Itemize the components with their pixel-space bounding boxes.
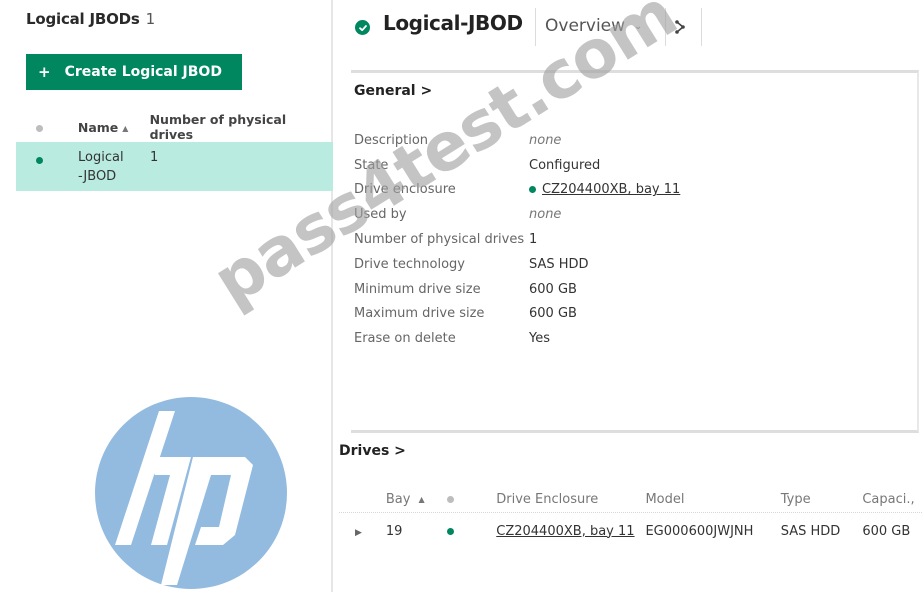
view-selector-value: Overview (545, 16, 626, 36)
chevron-down-icon: ⌄ (634, 20, 643, 32)
property-row: Minimum drive size 600 GB (354, 277, 754, 302)
hp-logo-icon (95, 397, 287, 589)
name-header-label: Name (77, 119, 119, 135)
model-column-header[interactable]: Model (645, 492, 780, 507)
drives-count-cell: 1 (150, 150, 159, 165)
create-button-label: Create Logical JBOD (64, 64, 222, 80)
property-value: none (529, 132, 562, 148)
property-label: Drive technology (354, 256, 465, 272)
status-cell (441, 524, 497, 539)
property-label: Erase on delete (354, 331, 456, 347)
property-value: CZ204400XB, bay 11 (529, 182, 680, 197)
property-label: Drive enclosure (354, 182, 456, 198)
property-row: Description none (354, 128, 754, 153)
drive-enclosure-link[interactable]: CZ204400XB, bay 11 (496, 524, 634, 539)
property-value: 600 GB (529, 281, 577, 297)
name-column-header[interactable]: Name ▲ (64, 120, 134, 135)
bay-header-label: Bay (385, 492, 411, 507)
sort-ascending-icon: ▲ (418, 495, 425, 504)
enclosure-column-header[interactable]: Drive Enclosure (496, 492, 645, 507)
bay-column-header[interactable]: Bay ▲ (386, 492, 441, 507)
divider (535, 8, 536, 46)
property-row: Used by none (354, 202, 754, 227)
view-selector[interactable]: Overview ⌄ (545, 16, 642, 36)
general-card: General > Description none State Configu… (351, 70, 919, 433)
master-title-text: Logical JBODs (26, 10, 140, 28)
detail-header: Logical-JBOD Overview ⌄ (335, 0, 922, 52)
table-row[interactable]: Logical -JBOD 1 (16, 142, 333, 191)
table-header: Name ▲ Number of physical drives (16, 112, 333, 142)
property-row: Erase on delete Yes (354, 326, 754, 351)
drives-table: Bay ▲ Drive Enclosure Model Type Capaci.… (339, 487, 922, 549)
status-cell (16, 148, 64, 168)
status-ok-icon (529, 186, 536, 194)
bay-cell: 19 (385, 523, 403, 539)
general-section-link[interactable]: General > (354, 83, 432, 99)
page-title: Logical-JBOD (383, 11, 523, 35)
status-ok-icon (36, 157, 43, 164)
expand-cell: ▶ (339, 524, 386, 539)
model-cell: EG000600JWJNH (645, 523, 754, 539)
name-cell: Logical -JBOD (64, 148, 134, 186)
property-row: Number of physical drives 1 (354, 227, 754, 252)
table-header: Bay ▲ Drive Enclosure Model Type Capaci.… (339, 487, 922, 513)
enclosure-cell: CZ204400XB, bay 11 (496, 524, 645, 539)
name-line-1: Logical (78, 150, 124, 165)
property-label: Maximum drive size (354, 306, 485, 322)
property-value: none (529, 207, 562, 223)
property-label: Minimum drive size (354, 281, 481, 297)
status-dot-icon (446, 496, 454, 503)
property-value: 600 GB (529, 306, 577, 322)
status-column-header[interactable] (441, 492, 497, 507)
property-label: Description (354, 132, 429, 148)
status-column-header[interactable] (16, 120, 64, 135)
type-cell: SAS HDD (780, 523, 841, 539)
detail-pane: Logical-JBOD Overview ⌄ General > Descri… (335, 0, 922, 592)
status-ok-icon (446, 527, 454, 535)
divider (665, 8, 666, 46)
drive-enclosure-link[interactable]: CZ204400XB, bay 11 (542, 182, 680, 197)
general-properties: Description none State Configured Drive … (354, 128, 754, 351)
property-row: Drive enclosure CZ204400XB, bay 11 (354, 178, 754, 203)
drives-column-header[interactable]: Number of physical drives (134, 112, 333, 142)
check-circle-icon (355, 20, 370, 35)
capacity-column-header[interactable]: Capaci., (862, 492, 922, 507)
property-label: Used by (354, 207, 407, 223)
property-label: Number of physical drives (354, 232, 525, 248)
actions-icon[interactable] (672, 16, 688, 38)
master-count: 1 (145, 10, 156, 28)
expand-row-icon[interactable]: ▶ (355, 528, 362, 538)
divider (701, 8, 702, 46)
capacity-cell: 600 GB (862, 523, 911, 539)
status-dot-icon (36, 124, 43, 132)
table-row: ▶ 19 CZ204400XB, bay 11 EG000600JWJNH SA… (339, 513, 922, 549)
property-value: Yes (529, 331, 550, 347)
create-logical-jbod-button[interactable]: + Create Logical JBOD (26, 54, 242, 90)
master-title: Logical JBODs 1 (26, 10, 155, 28)
property-value: Configured (529, 157, 601, 173)
property-value: 1 (529, 232, 538, 248)
property-label: State (354, 157, 389, 173)
property-row: Drive technology SAS HDD (354, 252, 754, 277)
plus-icon: + (38, 63, 51, 81)
property-value: SAS HDD (529, 256, 589, 272)
property-row: Maximum drive size 600 GB (354, 302, 754, 327)
property-row: State Configured (354, 153, 754, 178)
sort-ascending-icon: ▲ (122, 123, 129, 133)
logical-jbod-table: Name ▲ Number of physical drives Logical … (16, 112, 333, 191)
type-column-header[interactable]: Type (781, 492, 863, 507)
drives-section-link[interactable]: Drives > (339, 443, 406, 459)
name-line-2: -JBOD (78, 169, 117, 184)
